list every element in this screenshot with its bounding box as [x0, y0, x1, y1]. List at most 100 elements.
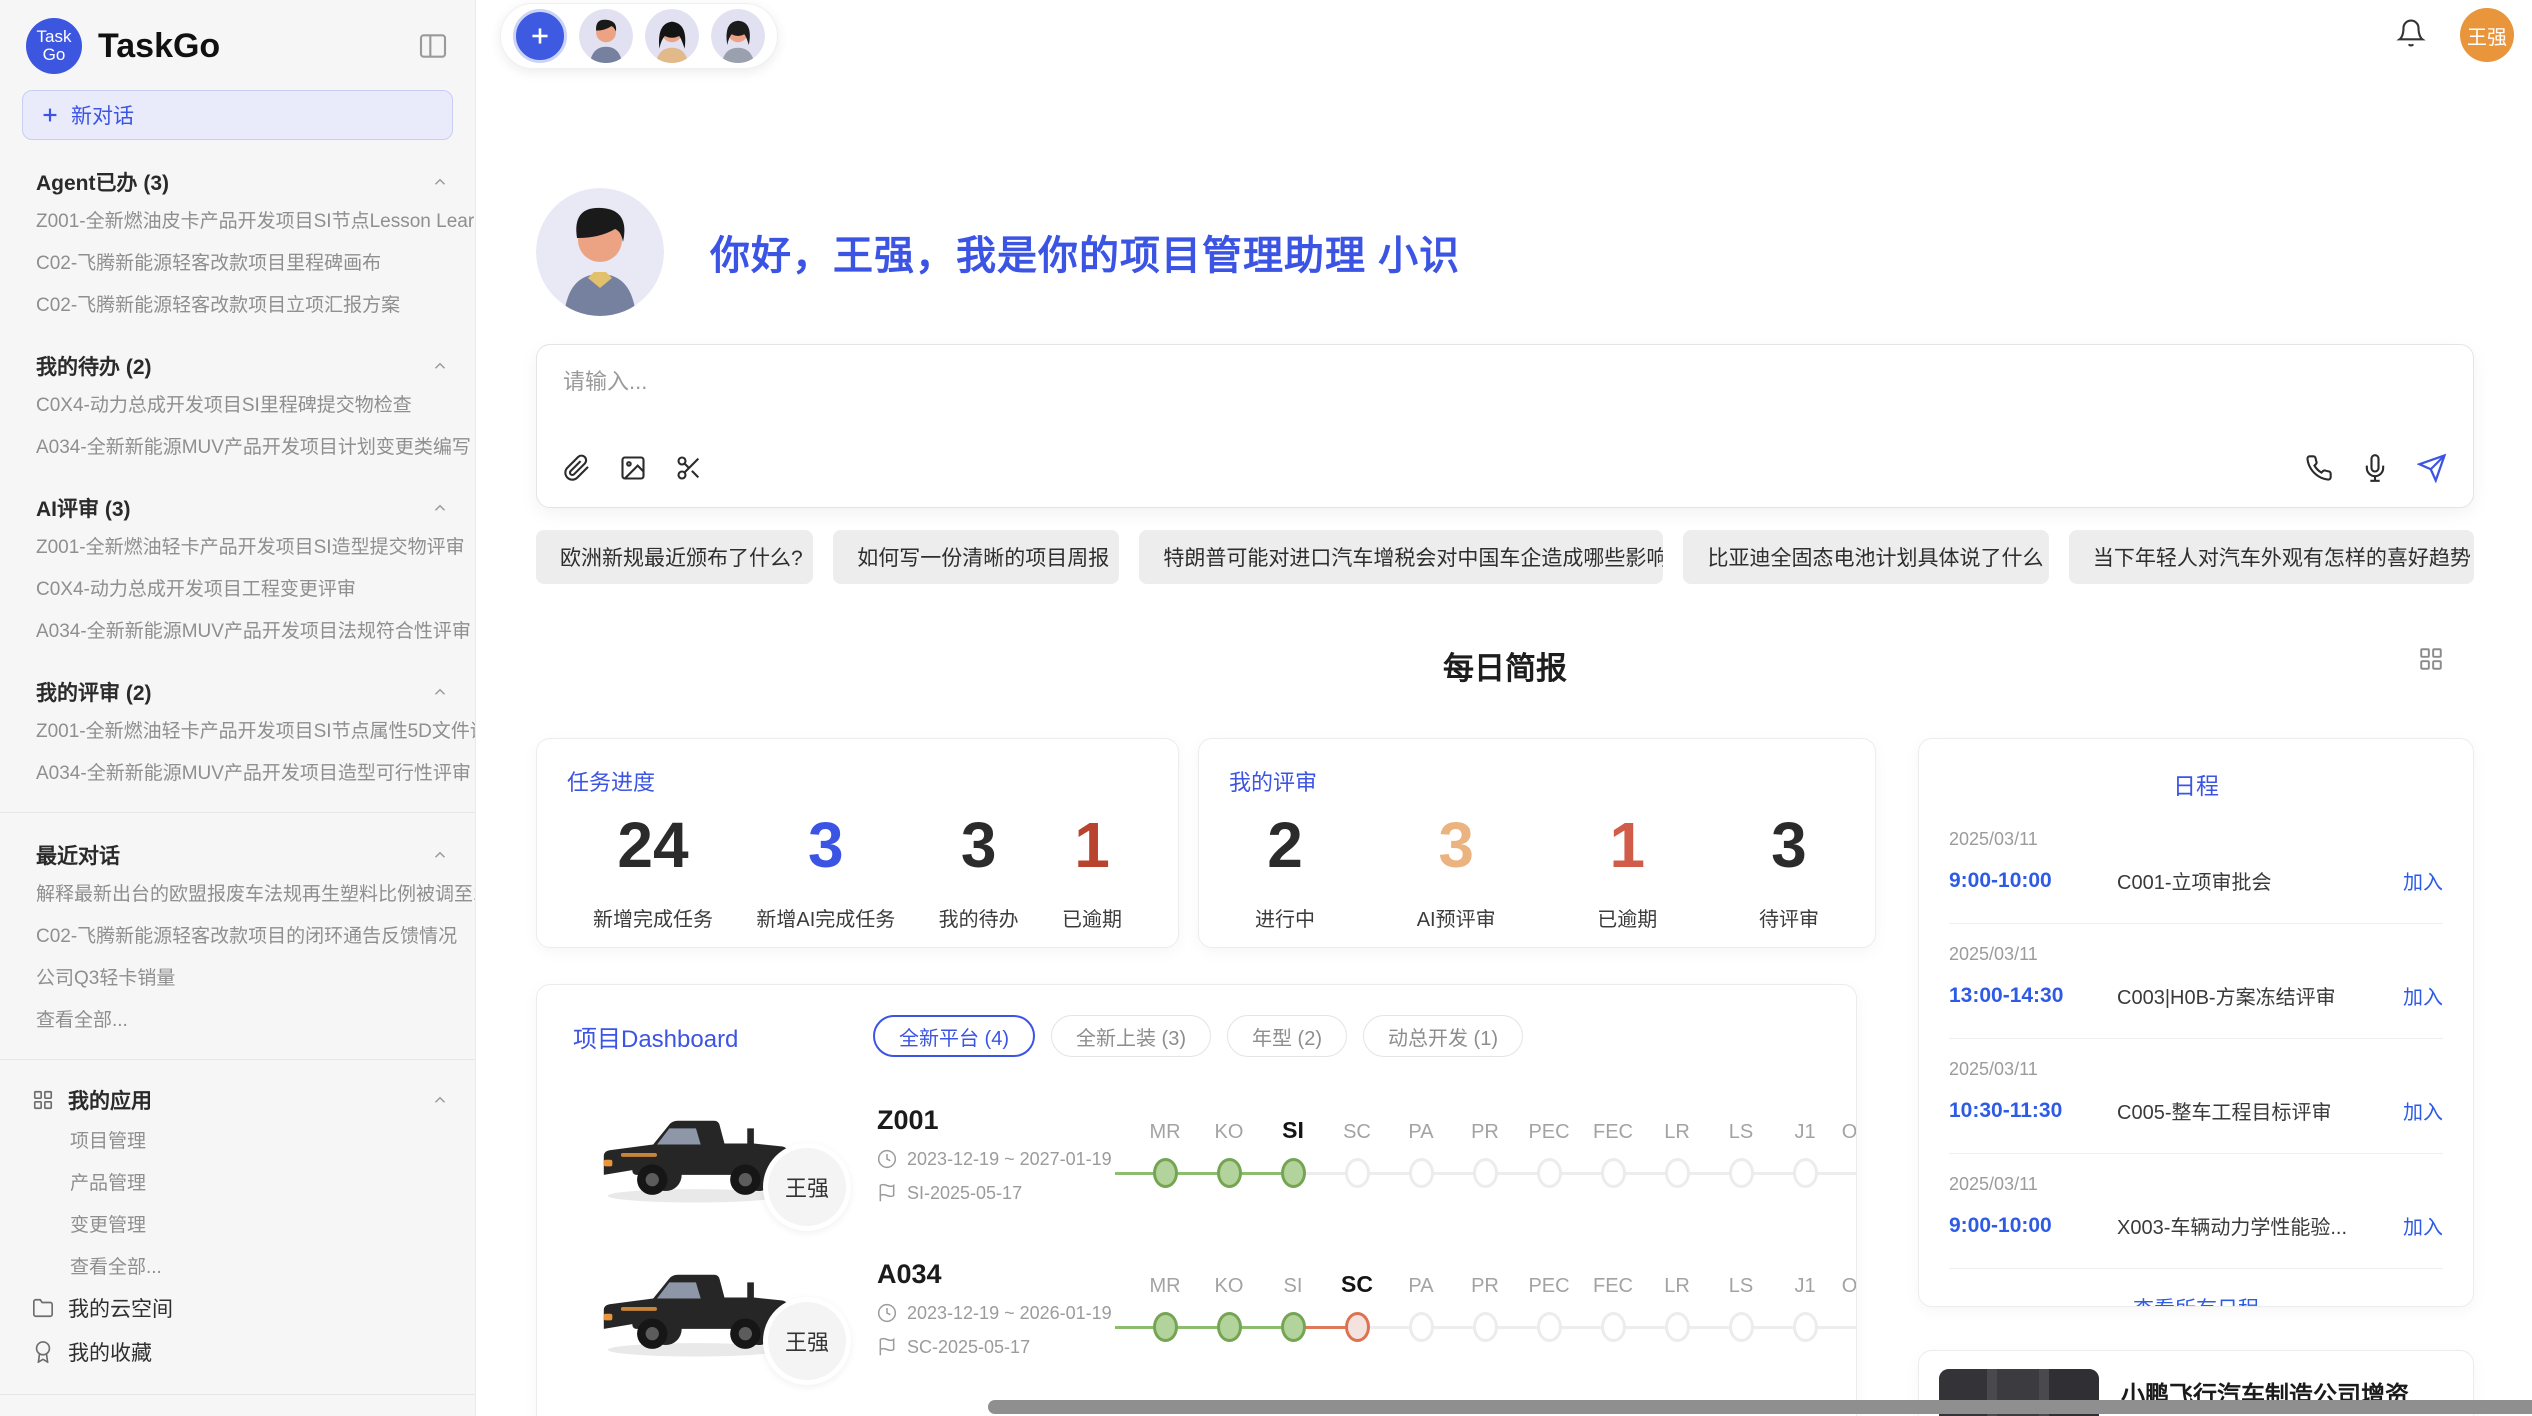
send-icon[interactable] [2417, 453, 2447, 483]
sidebar-app-item[interactable]: 产品管理 [0, 1160, 475, 1202]
dashboard-tab[interactable]: 全新上装 (3) [1051, 1015, 1211, 1057]
milestone-label: MR [1149, 1272, 1180, 1310]
layout-grid-icon[interactable] [2418, 646, 2444, 672]
view-all-schedule-link[interactable]: 查看所有日程 [1949, 1269, 2443, 1307]
project-row[interactable]: 王强 Z001 2023-12-19 ~ 2027-01-19 [573, 1097, 1836, 1211]
chevron-up-icon[interactable] [431, 1091, 449, 1109]
notification-bell-icon[interactable] [2396, 18, 2426, 48]
milestone-label: KO [1215, 1272, 1244, 1310]
sidebar-chat-item[interactable]: Z001-全新燃油轻卡产品开发项目SI节点属性5D文件评审 [0, 708, 475, 750]
sidebar-recent-item[interactable]: 解释最新出台的欧盟报废车法规再生塑料比例被调至15%... [0, 871, 475, 913]
milestone-label: FEC [1593, 1272, 1633, 1310]
stat-label: 我的待办 [939, 903, 1019, 932]
sidebar-chat-item[interactable]: Z001-全新燃油轻卡产品开发项目SI造型提交物评审 [0, 524, 475, 566]
chat-input[interactable] [563, 369, 2447, 395]
new-chat-button[interactable]: 新对话 [22, 90, 453, 140]
avatar-agent-3[interactable] [711, 9, 765, 63]
avatar-agent-1[interactable] [579, 9, 633, 63]
join-link[interactable]: 加入 [2403, 1096, 2443, 1125]
user-avatar[interactable]: 王强 [2460, 8, 2514, 62]
project-row[interactable]: 王强 A034 2023-12-19 ~ 2026-01-19 [573, 1251, 1836, 1365]
add-session-button[interactable] [513, 9, 567, 63]
section-recent-chats[interactable]: 最近对话 [0, 839, 475, 871]
sidebar-chat-item[interactable]: C0X4-动力总成开发项目SI里程碑提交物检查 [0, 382, 475, 424]
sidebar-item-ai-super-staff[interactable]: AI超级员工 [0, 1409, 475, 1416]
my-review-title: 我的评审 [1229, 765, 1845, 797]
chevron-up-icon[interactable] [431, 173, 449, 191]
sidebar-chat-item[interactable]: C0X4-动力总成开发项目工程变更评审 [0, 566, 475, 608]
sidebar-chat-item[interactable]: A034-全新新能源MUV产品开发项目造型可行性评审 [0, 750, 475, 792]
attachment-icon[interactable] [563, 454, 591, 482]
chevron-up-icon[interactable] [431, 357, 449, 375]
flag-icon [877, 1183, 897, 1203]
section-label: 我的评审 (2) [36, 677, 152, 707]
milestone-dot [1281, 1158, 1306, 1188]
sidebar-recent-item[interactable]: 公司Q3轻卡销量 [0, 955, 475, 997]
suggestion-chip[interactable]: 欧洲新规最近颁布了什么? [536, 530, 813, 584]
milestone-dot [1729, 1312, 1754, 1342]
dashboard-tab[interactable]: 年型 (2) [1227, 1015, 1347, 1057]
sidebar-app-item[interactable]: 项目管理 [0, 1118, 475, 1160]
chevron-up-icon[interactable] [431, 499, 449, 517]
logo-line2: Go [43, 46, 66, 64]
section-agent-done[interactable]: Agent已办 (3) [0, 166, 475, 198]
clock-icon [877, 1149, 897, 1169]
sidebar-recent-item[interactable]: C02-飞腾新能源轻客改款项目的闭环通告反馈情况 [0, 913, 475, 955]
sidebar-item-cloud-space[interactable]: 我的云空间 [0, 1286, 475, 1330]
chevron-up-icon[interactable] [431, 846, 449, 864]
suggestion-chip[interactable]: 比亚迪全固态电池计划具体说了什么 [1683, 530, 2048, 584]
sidebar-chat-item[interactable]: Z001-全新燃油皮卡产品开发项目SI节点Lesson Learn报告 [0, 198, 475, 240]
microphone-icon[interactable] [2361, 454, 2389, 482]
chevron-up-icon[interactable] [431, 683, 449, 701]
app-grid-icon [32, 1089, 54, 1111]
stat-label: AI预评审 [1417, 903, 1496, 932]
milestone-dot [1729, 1158, 1754, 1188]
sidebar-app-item[interactable]: 变更管理 [0, 1202, 475, 1244]
milestone: SC [1325, 1118, 1389, 1190]
sidebar-app-item[interactable]: 查看全部... [0, 1244, 475, 1286]
milestone: LS [1709, 1118, 1773, 1190]
sidebar-chat-item[interactable]: A034-全新新能源MUV产品开发项目计划变更类编写 [0, 424, 475, 466]
milestone-label: OKTB [1842, 1118, 1857, 1156]
schedule-entry: 2025/03/11 10:30-11:30 C005-整车工程目标评审 加入 [1949, 1039, 2443, 1154]
sidebar-chat-item[interactable]: A034-全新新能源MUV产品开发项目法规符合性评审 [0, 608, 475, 650]
suggestion-chip[interactable]: 特朗普可能对进口汽车增税会对中国车企造成哪些影响 [1139, 530, 1663, 584]
collapse-sidebar-icon[interactable] [417, 30, 449, 62]
milestone-label: KO [1215, 1118, 1244, 1156]
milestone: PR [1453, 1118, 1517, 1190]
scissors-icon[interactable] [675, 454, 703, 482]
image-upload-icon[interactable] [619, 454, 647, 482]
milestone-label: OKTB [1842, 1272, 1857, 1310]
content-column: 你好，王强，我是你的项目管理助理 小识 欧洲新规最近颁布了什么?如何写一份清晰的… [536, 188, 2474, 1416]
phone-call-icon[interactable] [2305, 454, 2333, 482]
stat-label: 新增完成任务 [593, 903, 713, 932]
sidebar-recent-item[interactable]: 查看全部... [0, 997, 475, 1039]
schedule-event-title: C005-整车工程目标评审 [2117, 1096, 2403, 1125]
dashboard-tab[interactable]: 动总开发 (1) [1363, 1015, 1523, 1057]
section-ai-review[interactable]: AI评审 (3) [0, 492, 475, 524]
sidebar-item-favorites[interactable]: 我的收藏 [0, 1330, 475, 1374]
suggestion-chip[interactable]: 如何写一份清晰的项目周报 [833, 530, 1119, 584]
horizontal-scrollbar[interactable] [988, 1400, 2532, 1414]
project-code: A034 [877, 1259, 1133, 1290]
avatar-agent-2[interactable] [645, 9, 699, 63]
milestone: PEC [1517, 1272, 1581, 1344]
sidebar-chat-item[interactable]: C02-飞腾新能源轻客改款项目立项汇报方案 [0, 282, 475, 324]
section-my-todo[interactable]: 我的待办 (2) [0, 350, 475, 382]
join-link[interactable]: 加入 [2403, 866, 2443, 895]
schedule-date: 2025/03/11 [1949, 829, 2443, 850]
sidebar-chat-item[interactable]: C02-飞腾新能源轻客改款项目里程碑画布 [0, 240, 475, 282]
join-link[interactable]: 加入 [2403, 981, 2443, 1010]
dashboard-tab[interactable]: 全新平台 (4) [873, 1015, 1035, 1057]
section-my-apps[interactable]: 我的应用 [0, 1082, 475, 1118]
section-my-review[interactable]: 我的评审 (2) [0, 676, 475, 708]
stat-value: 3 [1438, 813, 1474, 877]
schedule-entry: 2025/03/11 9:00-10:00 C001-立项审批会 加入 [1949, 809, 2443, 924]
milestone-dot [1857, 1158, 1858, 1188]
stat-value: 2 [1267, 813, 1303, 877]
suggestion-chip[interactable]: 当下年轻人对汽车外观有怎样的喜好趋势 [2069, 530, 2474, 584]
stat-item: 1 已逾期 [1597, 813, 1657, 932]
milestone-label: SI [1284, 1272, 1303, 1310]
join-link[interactable]: 加入 [2403, 1211, 2443, 1240]
milestone-dot [1217, 1158, 1242, 1188]
